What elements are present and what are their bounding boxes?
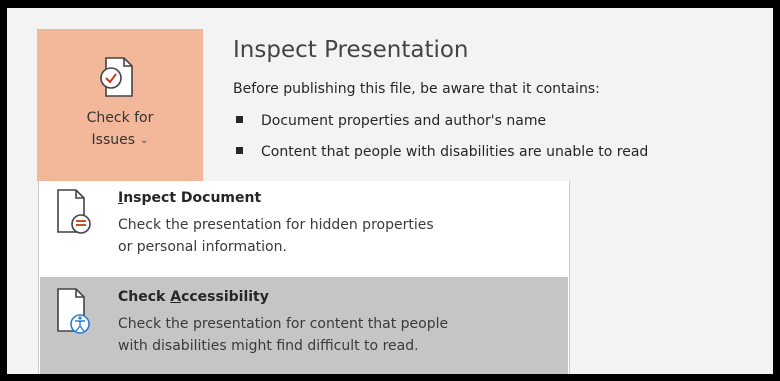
access-key: A [170, 289, 182, 305]
check-for-issues-label-line2: Issues ⌄ [37, 130, 203, 151]
bullet-square-icon [236, 116, 243, 123]
document-check-icon [100, 57, 133, 97]
check-for-issues-button[interactable]: Check for Issues ⌄ [37, 29, 203, 181]
bullet-square-icon [236, 147, 243, 154]
check-for-issues-label-text: Issues [91, 132, 136, 148]
title-prefix: Check [118, 289, 171, 305]
inspect-heading: Inspect Presentation [233, 37, 469, 63]
menu-item-description: Check the presentation for hidden proper… [118, 217, 434, 233]
check-for-issues-label-line1: Check for [86, 110, 154, 126]
inspect-bullet: Document properties and author's name [236, 113, 546, 129]
title-suffix: ccessibility [181, 289, 269, 305]
inspect-bullet: Content that people with disabilities ar… [236, 144, 648, 160]
backstage-info-panel: Check for Issues ⌄ Inspect Presentation B… [7, 8, 773, 374]
menu-item-inspect-document[interactable]: Inspect Document Check the presentation … [40, 182, 568, 277]
chevron-down-icon: ⌄ [140, 135, 149, 146]
inspect-intro: Before publishing this file, be aware th… [233, 81, 600, 97]
menu-item-check-accessibility[interactable]: Check Accessibility Check the presentati… [40, 277, 568, 374]
accessibility-checker-icon [57, 288, 90, 334]
bullet-text: Document properties and author's name [261, 113, 547, 129]
menu-item-title: Check Accessibility [118, 289, 269, 305]
menu-item-description: with disabilities might find difficult t… [118, 338, 419, 354]
inspect-document-icon [57, 189, 91, 234]
menu-item-description: Check the presentation for content that … [118, 316, 449, 332]
bullet-text: Content that people with disabilities ar… [261, 144, 649, 160]
title-suffix: nspect Document [123, 190, 262, 206]
menu-item-description: or personal information. [118, 239, 287, 255]
check-for-issues-dropdown: Inspect Document Check the presentation … [38, 181, 570, 374]
menu-item-title: Inspect Document [118, 190, 261, 206]
